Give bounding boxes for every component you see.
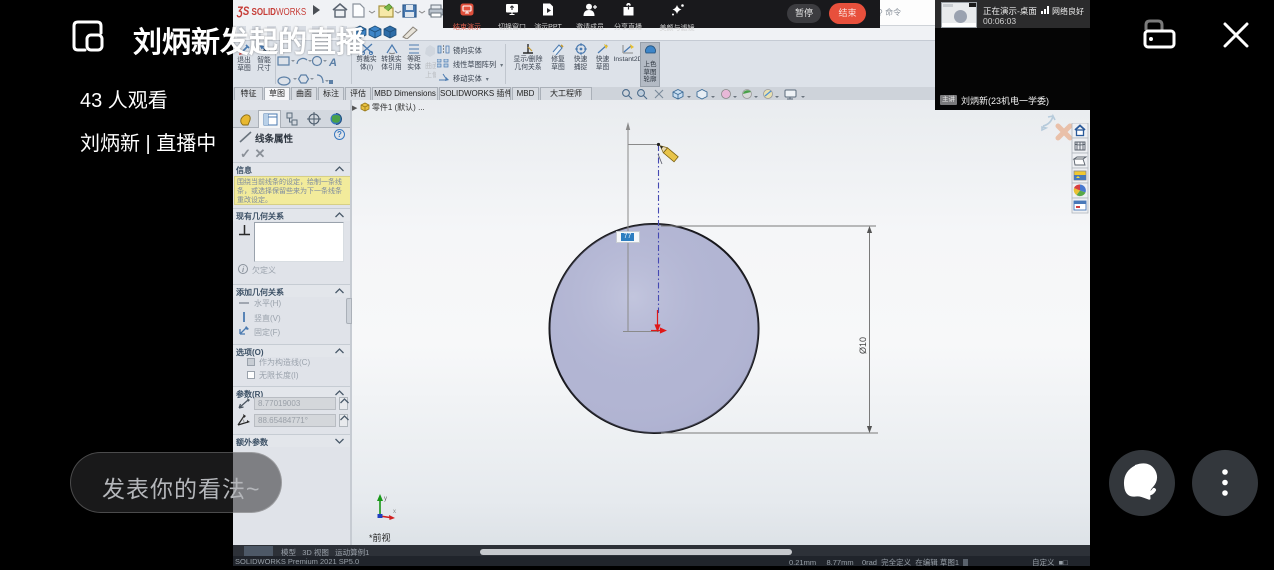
svg-text:曲面: 曲面 [425,61,436,70]
svg-text:y: y [384,496,387,502]
svg-text:上偏: 上偏 [425,70,436,79]
svg-text:x: x [393,509,396,515]
